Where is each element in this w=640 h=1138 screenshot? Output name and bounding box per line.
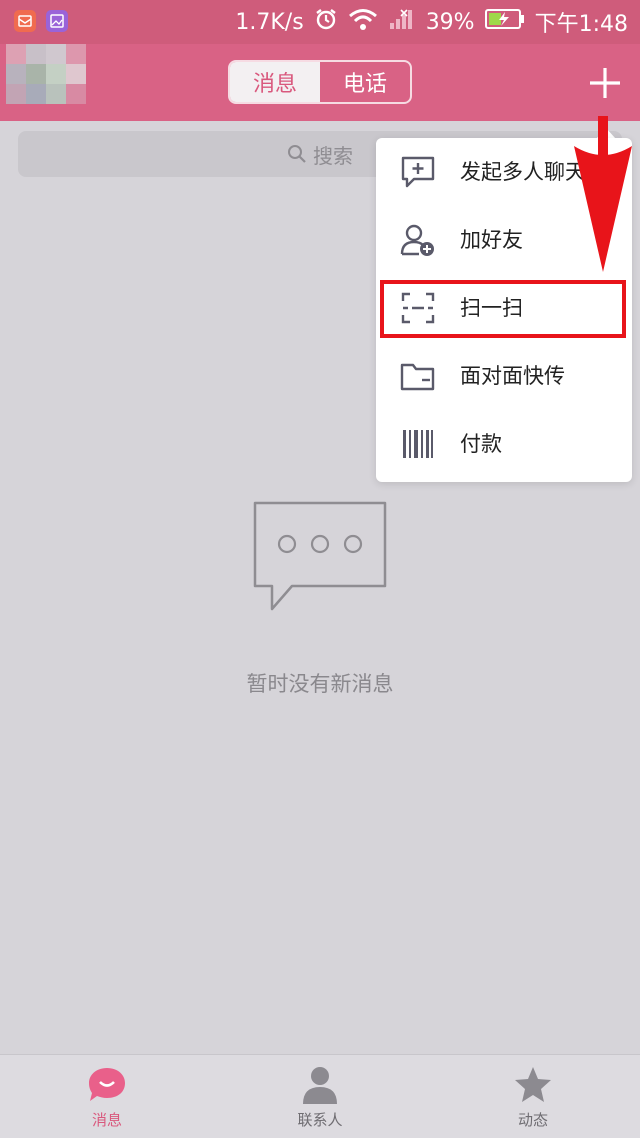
bottom-nav: 消息 联系人 动态 [0, 1054, 640, 1138]
nav-tab-label: 消息 [91, 1111, 122, 1129]
tab-messages[interactable]: 消息 [230, 62, 320, 102]
chat-bubble-icon [252, 500, 388, 612]
plus-icon [590, 68, 620, 98]
battery-charging-icon [484, 8, 525, 36]
status-bar: 1.7K/s 39% 下午1:48 [0, 0, 640, 44]
nav-tab-contacts[interactable]: 联系人 [260, 1055, 380, 1138]
network-speed: 1.7K/s [235, 9, 304, 35]
alarm-icon [314, 7, 338, 37]
menu-item-label: 付款 [460, 432, 502, 456]
plus-button[interactable] [588, 66, 622, 100]
search-placeholder: 搜索 [313, 143, 353, 168]
battery-percent: 39% [425, 9, 475, 35]
menu-item-label: 发起多人聊天 [460, 160, 586, 184]
group-chat-icon [401, 156, 435, 188]
contacts-icon [303, 1067, 337, 1104]
search-icon [288, 145, 306, 163]
add-friend-icon [400, 224, 434, 256]
clock: 下午1:48 [534, 12, 628, 37]
nav-tab-label: 动态 [517, 1111, 548, 1129]
red-arrow-down-icon [574, 116, 632, 272]
barcode-icon [403, 430, 433, 458]
menu-item-label: 加好友 [460, 228, 523, 252]
wifi-icon [348, 7, 378, 37]
message-icon [89, 1068, 125, 1101]
scan-highlight-box [380, 280, 626, 338]
tab-calls[interactable]: 电话 [320, 62, 410, 102]
nav-tab-moments[interactable]: 动态 [473, 1055, 593, 1138]
signal-icon [388, 7, 416, 37]
nav-tab-messages[interactable]: 消息 [47, 1055, 167, 1138]
empty-message: 暂时没有新消息 [246, 672, 394, 696]
mail-app-icon [14, 10, 36, 32]
app-header: 消息 电话 [0, 44, 640, 121]
nav-tab-label: 联系人 [297, 1111, 343, 1129]
gallery-app-icon [46, 10, 68, 32]
folder-transfer-icon [400, 363, 435, 391]
star-icon [515, 1067, 551, 1102]
menu-item-pay[interactable]: 付款 [376, 410, 632, 478]
menu-item-face-to-face[interactable]: 面对面快传 [376, 342, 632, 410]
notification-icons [14, 10, 68, 32]
message-call-toggle: 消息 电话 [228, 60, 412, 104]
menu-item-label: 面对面快传 [460, 364, 565, 388]
avatar[interactable] [6, 44, 86, 104]
